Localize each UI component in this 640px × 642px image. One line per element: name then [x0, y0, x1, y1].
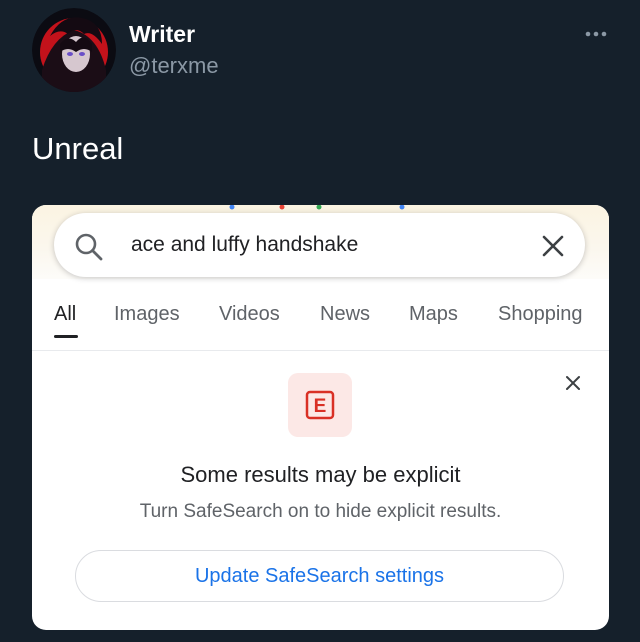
tab-videos[interactable]: Videos: [219, 301, 280, 327]
explicit-badge: E: [288, 373, 352, 437]
author-handle[interactable]: @terxme: [129, 52, 219, 80]
tab-news[interactable]: News: [320, 301, 370, 327]
search-icon[interactable]: [74, 232, 104, 262]
avatar[interactable]: [32, 8, 116, 92]
author-name[interactable]: Writer: [129, 20, 195, 48]
warning-subtitle: Turn SafeSearch on to hide explicit resu…: [139, 501, 502, 522]
tweet-text: Unreal: [32, 131, 124, 166]
explicit-icon: E: [305, 390, 335, 420]
search-input[interactable]: ace and luffy handshake: [131, 232, 358, 258]
search-bar[interactable]: ace and luffy handshake: [54, 213, 585, 277]
tab-maps[interactable]: Maps: [409, 301, 458, 327]
active-tab-indicator: [54, 335, 78, 338]
update-safesearch-label: Update SafeSearch settings: [194, 565, 445, 587]
more-icon[interactable]: [585, 30, 607, 38]
explicit-letter: E: [314, 396, 327, 417]
tab-shopping[interactable]: Shopping: [498, 301, 583, 327]
tweet-media-screenshot[interactable]: ace and luffy handshake All Images Video…: [32, 205, 609, 630]
search-tabs: All Images Videos News Maps Shopping: [32, 301, 609, 351]
close-icon[interactable]: [565, 375, 581, 391]
clear-icon[interactable]: [541, 234, 565, 258]
tab-images[interactable]: Images: [114, 301, 180, 327]
logo-fragment: [229, 205, 405, 210]
warning-title: Some results may be explicit: [180, 462, 461, 487]
tweet: Writer @terxme Unreal ace and luffy hand…: [0, 0, 640, 642]
update-safesearch-button[interactable]: Update SafeSearch settings: [75, 550, 564, 602]
tab-all[interactable]: All: [54, 301, 76, 327]
divider: [32, 350, 609, 351]
